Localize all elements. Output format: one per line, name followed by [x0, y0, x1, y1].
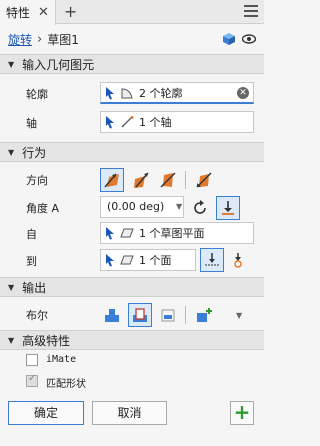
boolean-row: 布尔 ▼ [0, 301, 264, 329]
collapse-caret-icon[interactable]: ▼ [8, 336, 14, 345]
from-value: 1 个草图平面 [139, 227, 205, 240]
to-selector[interactable]: 1 个面 [100, 249, 196, 271]
hamburger-menu-icon[interactable] [244, 5, 258, 20]
eye-icon[interactable] [242, 33, 256, 45]
boolean-label: 布尔 [26, 309, 48, 322]
direction-flipped-icon [134, 172, 149, 188]
direction-asymmetric-icon [196, 172, 212, 188]
collapse-caret-icon[interactable]: ▼ [8, 60, 14, 69]
axis-label: 轴 [26, 117, 37, 130]
imate-checkbox[interactable] [26, 354, 38, 366]
imate-label: iMate [46, 354, 77, 365]
panel-tabbar: 特性 ✕ + [0, 0, 264, 25]
axis-value: 1 个轴 [139, 116, 172, 129]
boolean-dropdown-icon[interactable]: ▼ [236, 311, 242, 320]
plane-icon [120, 228, 134, 238]
ok-button[interactable]: 确定 [8, 401, 84, 425]
cancel-button[interactable]: 取消 [92, 401, 167, 425]
tab-properties[interactable]: 特性 ✕ [0, 0, 56, 25]
section-input-geometry[interactable]: ▼ 输入几何图元 [0, 54, 264, 74]
cut-icon [133, 308, 147, 322]
to-row: 到 1 个面 [0, 247, 264, 273]
breadcrumb: 旋转 › 草图1 [0, 24, 264, 54]
select-arrow-icon [106, 254, 114, 267]
breadcrumb-revolve-link[interactable]: 旋转 [8, 31, 32, 48]
select-arrow-icon [106, 227, 114, 240]
new-solid-button[interactable] [192, 303, 216, 327]
select-arrow-icon [106, 116, 114, 129]
section-behavior[interactable]: ▼ 行为 [0, 142, 264, 162]
breadcrumb-separator: › [37, 31, 43, 47]
match-shape-checkbox [26, 373, 38, 387]
angle-row: 角度 A (0.00 deg) ▼ [0, 194, 264, 220]
toolbar-divider [185, 171, 186, 189]
terminate-face-button[interactable] [200, 248, 224, 272]
section-title: 输出 [22, 280, 47, 295]
from-selector[interactable]: 1 个草图平面 [100, 222, 254, 244]
section-advanced[interactable]: ▼ 高级特性 [0, 330, 264, 350]
match-shape-label: 匹配形状 [46, 379, 86, 390]
join-button[interactable] [100, 303, 124, 327]
extend-face-icon [234, 253, 242, 268]
to-value: 1 个面 [139, 254, 172, 267]
tab-title: 特性 [6, 6, 31, 20]
breadcrumb-current: 草图1 [47, 32, 79, 47]
angle-dropdown-icon[interactable]: ▼ [176, 202, 182, 211]
terminate-face-icon [205, 253, 219, 266]
direction-label: 方向 [26, 174, 48, 187]
clear-selection-icon[interactable]: ✕ [237, 87, 249, 99]
toolbar-divider [185, 306, 186, 324]
angle-input[interactable]: (0.00 deg) [100, 196, 184, 218]
axis-row: 轴 1 个轴 [0, 109, 264, 135]
new-solid-icon [197, 308, 212, 322]
plane-icon [120, 255, 134, 265]
profile-label: 轮廓 [26, 88, 48, 101]
direction-symmetric-icon [160, 172, 176, 188]
section-output[interactable]: ▼ 输出 [0, 277, 264, 297]
intersect-icon [161, 309, 175, 322]
profile-selector[interactable]: 2 个轮廓 ✕ [100, 82, 254, 104]
to-face-button[interactable] [216, 196, 240, 220]
from-label: 自 [26, 228, 37, 241]
to-label: 到 [26, 255, 37, 268]
to-face-icon [222, 201, 234, 215]
from-row: 自 1 个草图平面 [0, 220, 264, 246]
add-tab-icon[interactable]: + [56, 0, 85, 23]
direction-symmetric-button[interactable] [156, 168, 180, 192]
angle-label: 角度 A [26, 202, 60, 215]
collapse-caret-icon[interactable]: ▼ [8, 148, 14, 157]
section-title: 高级特性 [22, 333, 71, 348]
direction-asymmetric-button[interactable] [192, 168, 216, 192]
profile-shape-icon [121, 87, 133, 98]
section-title: 行为 [22, 145, 47, 160]
add-plus-button[interactable]: + [230, 401, 254, 425]
collapse-caret-icon[interactable]: ▼ [8, 283, 14, 292]
section-title: 输入几何图元 [22, 57, 95, 72]
profile-value: 2 个轮廓 [139, 86, 183, 100]
cut-button[interactable] [128, 303, 152, 327]
axis-line-icon [121, 116, 134, 128]
select-arrow-icon [106, 86, 114, 99]
intersect-button[interactable] [156, 303, 180, 327]
join-icon [105, 309, 119, 322]
profile-row: 轮廓 2 个轮廓 ✕ [0, 80, 264, 106]
close-icon[interactable]: ✕ [38, 5, 49, 20]
full-revolve-button[interactable] [188, 196, 212, 220]
axis-selector[interactable]: 1 个轴 [100, 111, 254, 133]
extend-face-button[interactable] [226, 248, 250, 272]
full-circle-icon [194, 200, 206, 214]
cube-icon[interactable] [222, 32, 236, 46]
direction-default-icon [104, 173, 119, 188]
direction-row: 方向 [0, 166, 264, 194]
direction-default-button[interactable] [100, 168, 124, 192]
direction-flipped-button[interactable] [130, 168, 154, 192]
